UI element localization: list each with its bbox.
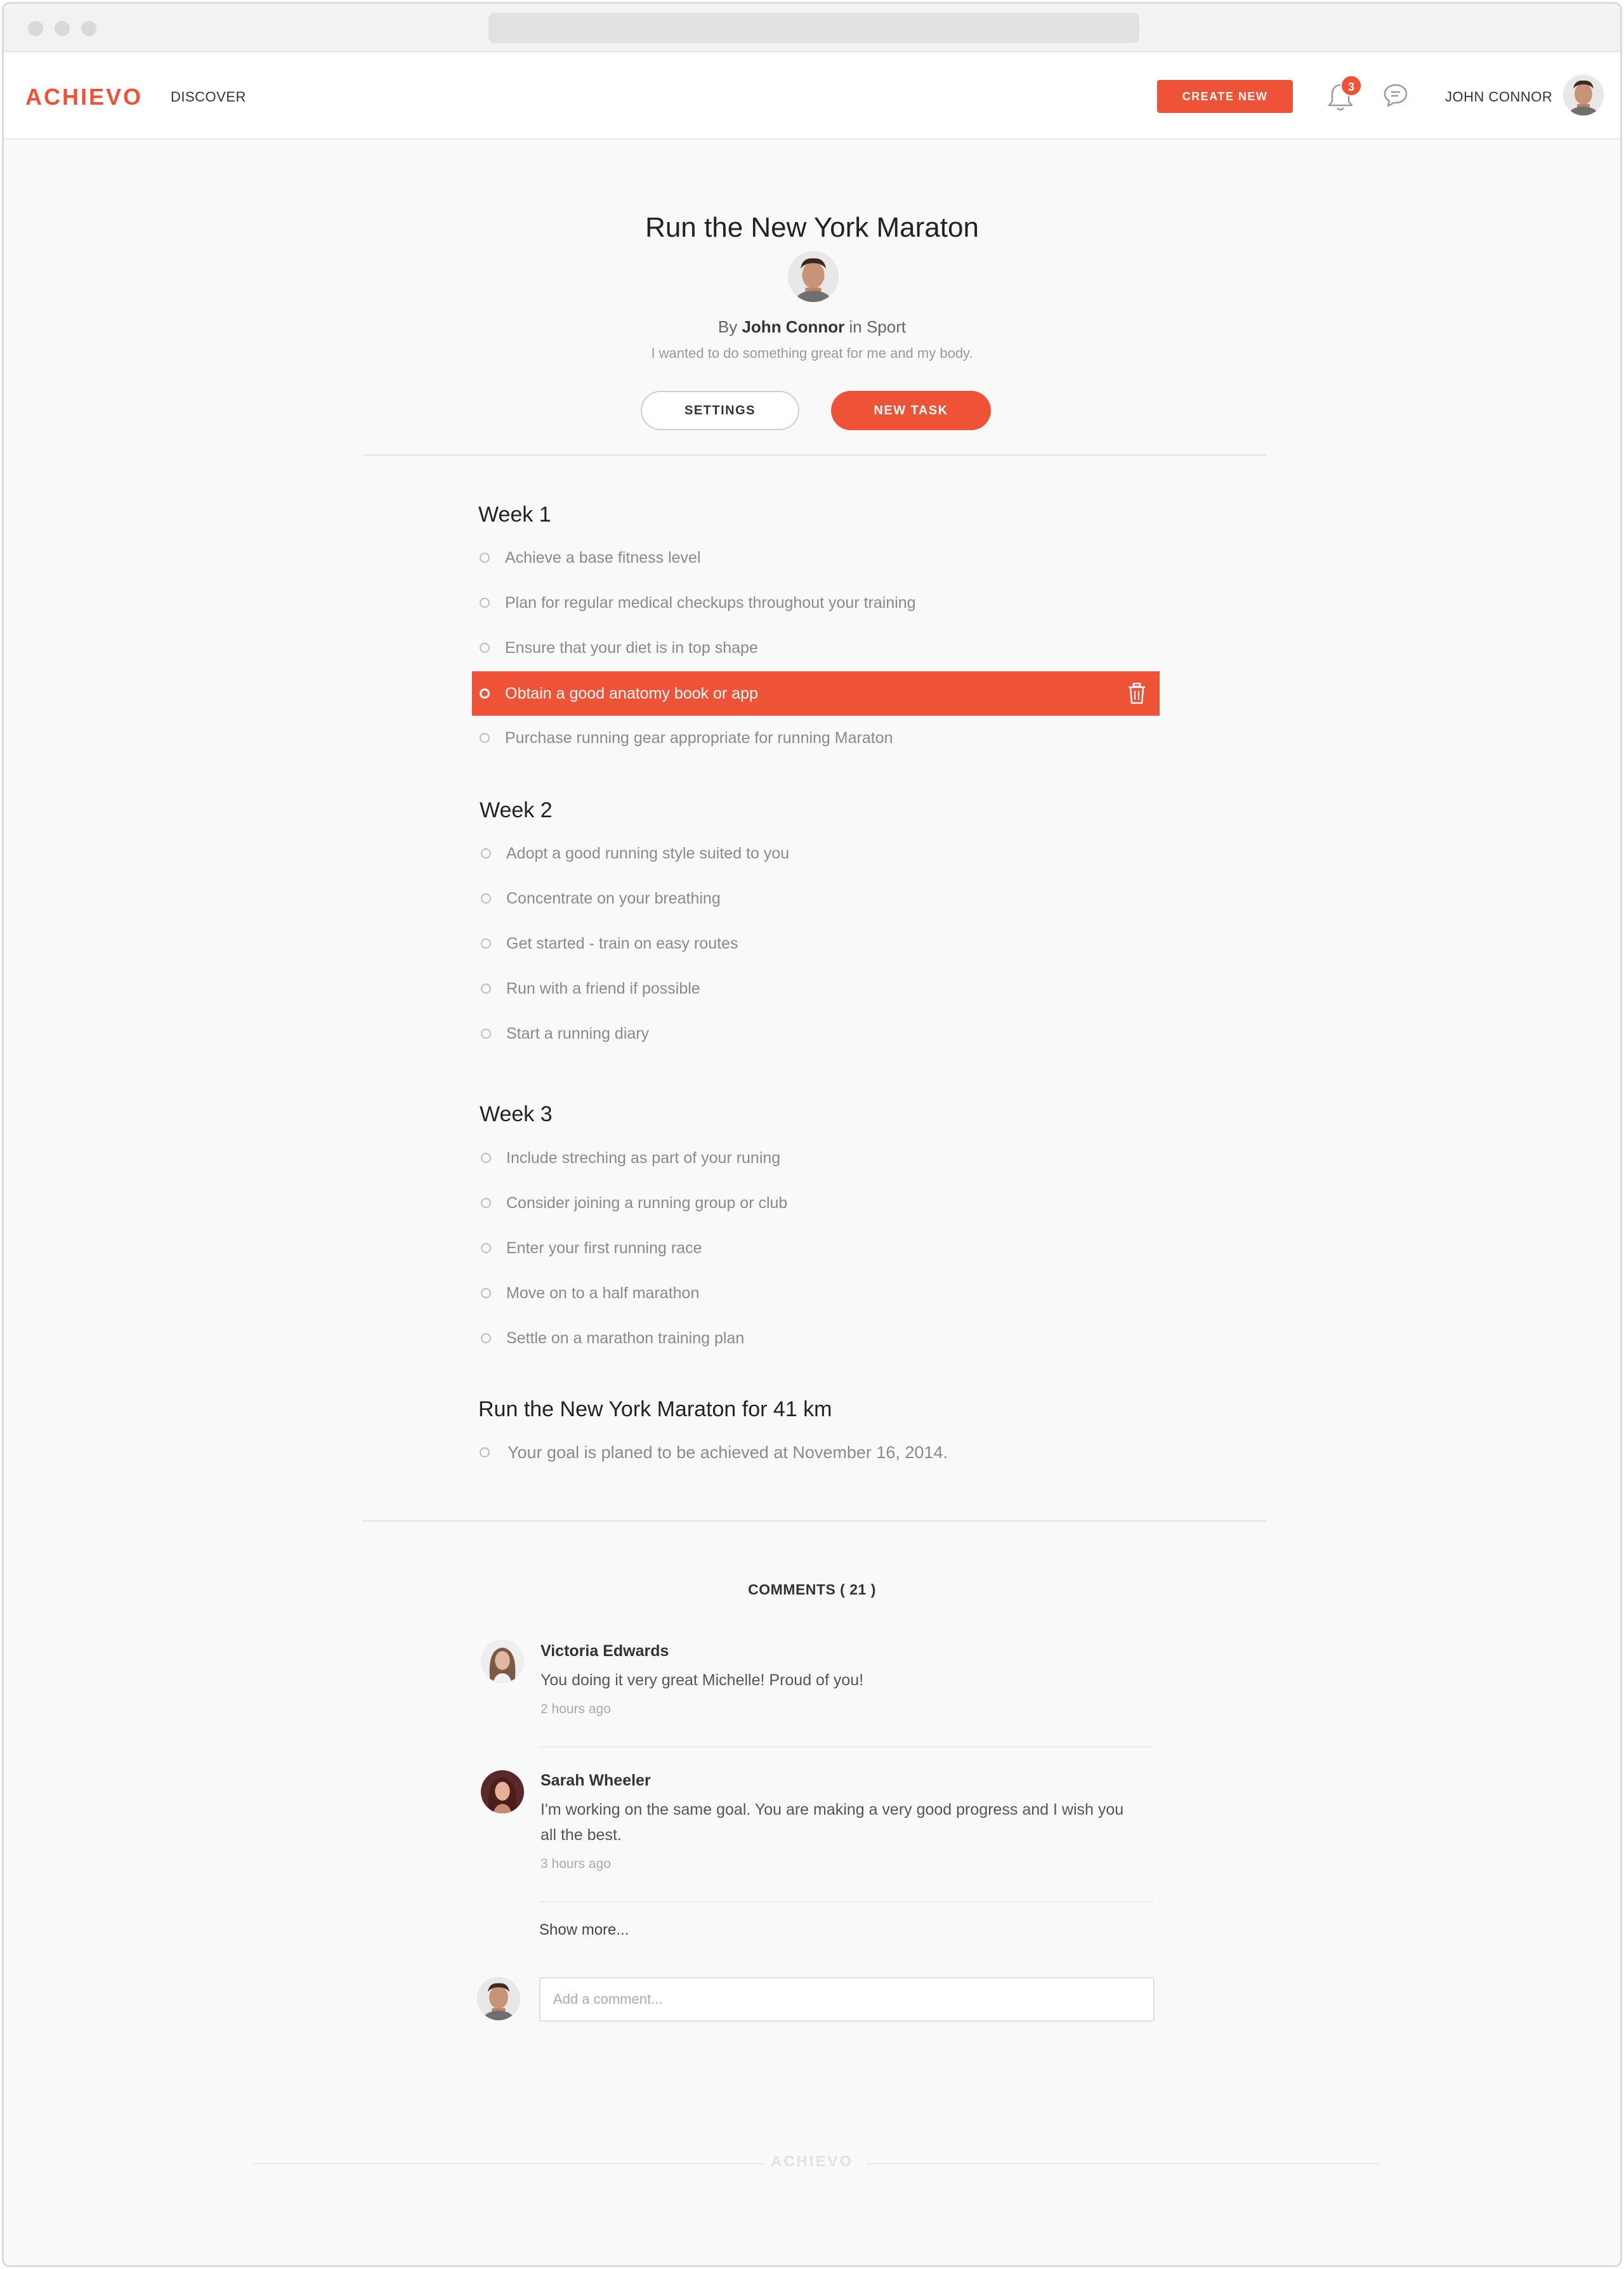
comment-separator <box>539 1901 1153 1902</box>
task-label: Settle on a marathon training plan <box>506 1329 745 1347</box>
task-checkbox[interactable] <box>480 553 490 563</box>
goal-title: Run the New York Maraton <box>645 212 979 243</box>
task-checkbox[interactable] <box>481 1288 491 1298</box>
task-checkbox[interactable] <box>481 1029 491 1039</box>
byline-prefix: By <box>717 317 738 336</box>
commenter-avatar[interactable] <box>481 1770 524 1813</box>
header-divider <box>363 454 1266 456</box>
task-label: Ensure that your diet is in top shape <box>505 639 758 657</box>
comment-author[interactable]: Sarah Wheeler <box>540 1772 651 1790</box>
task-label: Purchase running gear appropriate for ru… <box>505 729 893 747</box>
footer-logo[interactable]: ACHIEVO <box>4 2153 1620 2171</box>
comments-divider <box>363 1520 1266 1522</box>
task-checkbox[interactable] <box>481 893 491 904</box>
comment-author[interactable]: Victoria Edwards <box>540 1642 669 1661</box>
trash-icon[interactable] <box>1128 683 1146 704</box>
task-checkbox[interactable] <box>481 1153 491 1163</box>
task-label: Enter your first running race <box>506 1239 702 1257</box>
task-item[interactable]: Adopt a good running style suited to you <box>473 831 1161 876</box>
week-title: Week 3 <box>480 1102 553 1126</box>
task-item[interactable]: Plan for regular medical checkups throug… <box>472 581 1160 625</box>
task-label: Achieve a base fitness level <box>505 549 701 567</box>
task-checkbox[interactable] <box>481 848 491 858</box>
user-name[interactable]: JOHN CONNOR <box>1445 89 1552 105</box>
task-label: Plan for regular medical checkups throug… <box>505 594 916 612</box>
user-avatar[interactable] <box>1563 75 1604 115</box>
task-item[interactable]: Start a running diary <box>473 1011 1161 1056</box>
task-label: Adopt a good running style suited to you <box>506 845 790 862</box>
create-new-button[interactable]: CREATE NEW <box>1157 80 1293 113</box>
task-checkbox[interactable] <box>481 983 491 994</box>
task-item[interactable]: Concentrate on your breathing <box>473 876 1161 921</box>
notification-badge: 3 <box>1340 75 1362 96</box>
task-checkbox[interactable] <box>480 598 490 608</box>
task-label: Move on to a half marathon <box>506 1284 700 1302</box>
byline-in: in <box>849 317 862 336</box>
final-goal-title: Run the New York Maraton for 41 km <box>478 1397 832 1421</box>
task-label: Run with a friend if possible <box>506 980 700 997</box>
task-checkbox[interactable] <box>481 1243 491 1253</box>
comment-text: I'm working on the same goal. You are ma… <box>540 1801 1124 1844</box>
task-checkbox[interactable] <box>480 688 490 699</box>
comment-separator <box>539 1746 1153 1747</box>
task-item[interactable]: Move on to a half marathon <box>473 1271 1161 1315</box>
task-item[interactable]: Run with a friend if possible <box>473 966 1161 1011</box>
task-item[interactable]: Ensure that your diet is in top shape <box>472 626 1160 670</box>
task-checkbox[interactable] <box>480 733 490 743</box>
comments-header: COMMENTS ( 21 ) <box>748 1581 876 1598</box>
comment-time: 2 hours ago <box>540 1702 611 1716</box>
chat-bubble-icon[interactable] <box>1382 81 1410 109</box>
logo[interactable]: ACHIEVO <box>25 84 143 110</box>
goal-category[interactable]: Sport <box>867 317 906 336</box>
task-label: Obtain a good anatomy book or app <box>505 685 758 702</box>
window-maximize-dot[interactable] <box>81 21 96 36</box>
goal-description: I wanted to do something great for me an… <box>651 345 973 361</box>
task-label: Include streching as part of your runing <box>506 1149 781 1167</box>
commenter-avatar[interactable] <box>481 1640 524 1683</box>
task-checkbox[interactable] <box>480 643 490 653</box>
task-item[interactable]: Achieve a base fitness level <box>472 536 1160 580</box>
window-minimize-dot[interactable] <box>55 21 70 36</box>
task-item-selected[interactable]: Obtain a good anatomy book or app <box>472 671 1160 716</box>
week-title: Week 2 <box>480 798 553 822</box>
task-label: Get started - train on easy routes <box>506 935 738 952</box>
task-label: Start a running diary <box>506 1025 650 1042</box>
show-more-link[interactable]: Show more... <box>539 1921 629 1939</box>
task-item[interactable]: Purchase running gear appropriate for ru… <box>472 716 1160 760</box>
task-item[interactable]: Get started - train on easy routes <box>473 921 1161 966</box>
address-bar[interactable] <box>488 13 1139 43</box>
task-label: Consider joining a running group or club <box>506 1194 788 1212</box>
task-item[interactable]: Consider joining a running group or club <box>473 1181 1161 1225</box>
current-user-avatar <box>477 1977 520 2020</box>
window-close-dot[interactable] <box>28 21 43 36</box>
final-goal-note: Your goal is planed to be achieved at No… <box>508 1443 948 1462</box>
task-item[interactable]: Settle on a marathon training plan <box>473 1316 1161 1360</box>
task-checkbox <box>480 1447 490 1457</box>
settings-button[interactable]: SETTINGS <box>641 391 799 430</box>
week-title: Week 1 <box>478 503 551 527</box>
task-item[interactable]: Include streching as part of your runing <box>473 1136 1161 1180</box>
goal-author-link[interactable]: John Connor <box>742 317 844 336</box>
comment-input[interactable] <box>539 1977 1155 2022</box>
browser-chrome <box>4 4 1620 52</box>
final-goal-item: Your goal is planed to be achieved at No… <box>472 1430 1160 1475</box>
task-checkbox[interactable] <box>481 938 491 949</box>
task-checkbox[interactable] <box>481 1198 491 1208</box>
browser-window: ACHIEVO DISCOVER CREATE NEW 3 JOHN CONNO… <box>2 2 1622 2267</box>
task-checkbox[interactable] <box>481 1333 491 1343</box>
goal-byline: By John Connor in Sport <box>4 317 1620 337</box>
task-item[interactable]: Enter your first running race <box>473 1226 1161 1270</box>
comment-time: 3 hours ago <box>540 1857 611 1871</box>
goal-author-avatar[interactable] <box>788 251 839 302</box>
new-task-button[interactable]: NEW TASK <box>831 391 991 430</box>
nav-discover-link[interactable]: DISCOVER <box>171 89 246 105</box>
comment-text: You doing it very great Michelle! Proud … <box>540 1671 864 1689</box>
top-navbar: ACHIEVO DISCOVER CREATE NEW 3 JOHN CONNO… <box>4 53 1620 140</box>
task-label: Concentrate on your breathing <box>506 890 721 907</box>
